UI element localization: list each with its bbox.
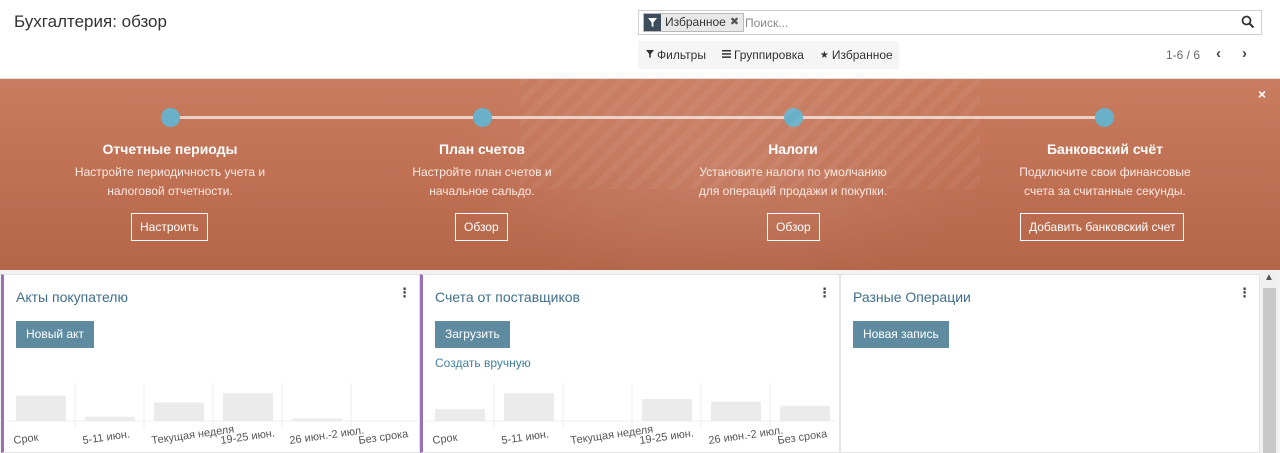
graph-bar[interactable] [642, 399, 692, 421]
vertical-dots-icon[interactable]: ⋮ [818, 285, 831, 301]
search-input[interactable] [745, 14, 1225, 32]
step-desc-line: Настройте план счетов и [412, 165, 552, 179]
filter-icon [646, 49, 654, 61]
step-dot [1095, 108, 1114, 127]
step-desc-line: Настройте периодичность учета и [74, 165, 266, 179]
step-taxes: Налоги Установите налоги по умолчанию дл… [653, 141, 933, 201]
journal-dashboards: Акты покупателю ⋮ Новый акт Срок 5-11 июн… [0, 270, 1280, 453]
new-invoice-button[interactable]: Новый акт [16, 321, 94, 348]
vertical-dots-icon[interactable]: ⋮ [1238, 285, 1251, 301]
step-desc-line: для операций продажи и покупки. [698, 184, 888, 198]
graph-bar[interactable] [292, 418, 342, 421]
list-icon [721, 49, 731, 61]
star-icon: ★ [819, 49, 829, 61]
control-panel: Бухгалтерия: обзор Избранное ✖ Фильтры Г… [0, 0, 1280, 79]
search-facet-favorites[interactable]: Избранное ✖ [643, 13, 745, 32]
favorites-label: Избранное [831, 48, 893, 62]
add-bank-account-button[interactable]: Добавить банковский счет [1020, 213, 1185, 241]
facet-label: Избранное [665, 15, 726, 29]
search-bar[interactable]: Избранное ✖ [638, 10, 1262, 35]
review-chart-button[interactable]: Обзор [455, 213, 508, 241]
graph-bar[interactable] [435, 409, 485, 421]
create-manually-link[interactable]: Создать вручную [435, 356, 531, 370]
step-dot [784, 108, 803, 127]
graph-bar[interactable] [780, 405, 830, 421]
graph-tick-label: 5-11 июн. [82, 428, 131, 447]
dashboard-graph: Срок 5-11 июн. Текущая неделя19-25 июн. 26 … [425, 383, 837, 447]
step-bank-account: Банковский счёт Подключите свои финансов… [965, 141, 1245, 201]
journal-card-customer-invoices: Акты покупателю ⋮ Новый акт Срок 5-11 июн… [1, 274, 420, 453]
graph-tick-label: Без срока [358, 428, 410, 447]
facet-remove-icon[interactable]: ✖ [730, 14, 743, 31]
graph-tick-label: Срок [13, 432, 40, 447]
card-title[interactable]: Разные Операции [853, 289, 971, 305]
step-title: План счетов [438, 141, 526, 157]
search-icon[interactable] [1241, 15, 1255, 29]
close-icon[interactable]: × [1258, 86, 1266, 102]
card-title[interactable]: Акты покупателю [16, 289, 128, 305]
journal-card-vendor-bills: Счета от поставщиков ⋮ Загрузить Создать… [420, 274, 840, 453]
onboarding-banner: × Отчетные периоды Настройте периодичнос… [0, 79, 1280, 270]
graph-bar[interactable] [504, 393, 554, 421]
groupby-button[interactable]: Группировка [721, 48, 804, 62]
graph-bar[interactable] [85, 416, 135, 421]
chevron-right-icon[interactable]: › [1242, 45, 1247, 62]
graph-tick-label: 26 июн.-2 июл. [289, 425, 365, 447]
page-title: Бухгалтерия: обзор [14, 12, 167, 31]
step-title: Отчетные периоды [102, 141, 238, 157]
new-entry-button[interactable]: Новая запись [853, 321, 949, 348]
favorites-button[interactable]: ★ Избранное [820, 48, 893, 62]
step-title: Банковский счёт [1046, 141, 1164, 157]
step-desc-line: счета за считанные секунды. [1024, 184, 1186, 198]
graph-bar[interactable] [154, 402, 204, 421]
graph-bar[interactable] [711, 401, 761, 421]
graph-bar[interactable] [16, 395, 66, 421]
step-dot [161, 108, 180, 127]
step-desc-line: налоговой отчетности. [107, 184, 233, 198]
scrollbar[interactable]: ▲ [1261, 272, 1278, 453]
pager-value[interactable]: 1-6 / 6 [1166, 48, 1200, 62]
review-taxes-button[interactable]: Обзор [767, 213, 820, 241]
upload-button[interactable]: Загрузить [435, 321, 510, 348]
filter-icon [644, 14, 661, 31]
chevron-left-icon[interactable]: ‹ [1216, 45, 1221, 62]
vertical-dots-icon[interactable]: ⋮ [398, 285, 411, 301]
step-desc-line: Установите налоги по умолчанию [699, 165, 887, 179]
graph-tick-label: Срок [432, 432, 459, 447]
journal-card-misc-operations: Разные Операции ⋮ Новая запись [840, 274, 1260, 453]
card-title[interactable]: Счета от поставщиков [435, 289, 580, 305]
configure-periods-button[interactable]: Настроить [131, 213, 208, 241]
step-title: Налоги [768, 141, 818, 157]
step-desc-line: начальное сальдо. [429, 184, 535, 198]
scroll-up-icon[interactable]: ▲ [1264, 272, 1274, 283]
search-options-bar: Фильтры Группировка ★ Избранное [638, 41, 899, 69]
step-desc-line: Подключите свои финансовые [1019, 165, 1191, 179]
step-dot [473, 108, 492, 127]
graph-tick-label: Без срока [777, 428, 829, 447]
dashboard-graph: Срок 5-11 июн. Текущая неделя19-25 июн. 26 … [6, 383, 418, 447]
graph-tick-label: 26 июн.-2 июл. [708, 425, 784, 447]
graph-bar[interactable] [223, 393, 273, 421]
scrollbar-thumb[interactable] [1263, 288, 1276, 453]
groupby-label: Группировка [733, 48, 804, 62]
graph-tick-label: 5-11 июн. [501, 428, 550, 447]
filters-button[interactable]: Фильтры [646, 48, 706, 62]
step-fiscal-periods: Отчетные периоды Настройте периодичность… [30, 141, 310, 201]
filters-label: Фильтры [657, 48, 706, 62]
progress-line [170, 116, 1105, 119]
step-chart-of-accounts: План счетов Настройте план счетов и нача… [342, 141, 622, 201]
